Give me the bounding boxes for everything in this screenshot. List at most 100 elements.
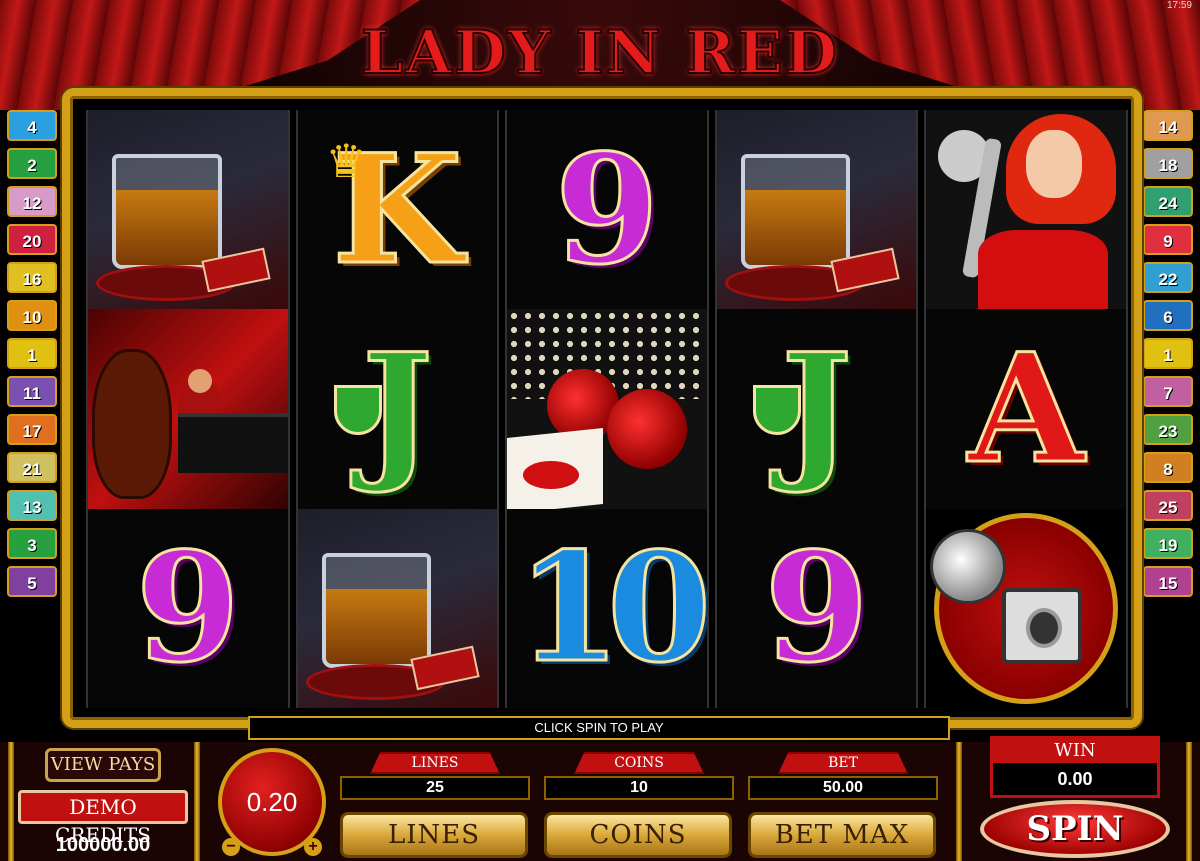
roses-symbol — [507, 309, 707, 509]
reel-cell: J — [298, 309, 498, 508]
payline-marker-right-8[interactable]: 8 — [1143, 452, 1193, 483]
payline-marker-left-10[interactable]: 10 — [7, 300, 57, 331]
reel-frame: 9 K ♛ J 9 10 J 9 A — [62, 88, 1142, 728]
payline-marker-left-11[interactable]: 11 — [7, 376, 57, 407]
band-bass — [91, 349, 172, 499]
coins-header: COINS — [574, 752, 704, 774]
lines-button[interactable]: LINES — [340, 812, 528, 858]
symbol-A: A — [966, 320, 1085, 497]
lines-header: LINES — [370, 752, 500, 774]
payline-marker-left-2[interactable]: 2 — [7, 148, 57, 179]
bet-max-button[interactable]: BET MAX — [748, 812, 936, 858]
whisky-symbol — [88, 110, 288, 310]
payline-marker-left-12[interactable]: 12 — [7, 186, 57, 217]
bet-value: 50.00 — [748, 776, 938, 800]
coin-increase-button[interactable]: + — [304, 838, 322, 856]
payline-markers-left: 4 2 12 20 16 10 1 11 17 21 13 3 5 — [7, 110, 57, 597]
reel-5: A — [924, 110, 1128, 708]
shield-icon — [333, 385, 382, 436]
payline-marker-right-15[interactable]: 15 — [1143, 566, 1193, 597]
lines-group: LINES 25 — [340, 752, 530, 800]
whisky-glass — [321, 552, 432, 669]
game-background: LADY IN RED 17:59 4 2 12 20 16 10 1 11 17 21 13 3 5 … — [0, 0, 1200, 861]
camera-flash — [930, 528, 1007, 605]
whisky-symbol — [716, 110, 917, 310]
symbol-9: 9 — [134, 520, 241, 697]
singer-symbol — [926, 110, 1126, 310]
payline-marker-right-24[interactable]: 24 — [1143, 186, 1193, 217]
reel-cell: 9 — [717, 509, 917, 708]
rail-left-outer — [8, 742, 14, 861]
symbol-10: 10 — [515, 520, 707, 697]
game-title-logo: LADY IN RED — [360, 17, 839, 89]
reel-cell — [507, 309, 707, 509]
whisky-glass — [111, 153, 222, 270]
payline-marker-left-13[interactable]: 13 — [7, 490, 57, 521]
reel-2: K ♛ J — [295, 110, 500, 708]
payline-marker-right-25[interactable]: 25 — [1143, 490, 1193, 521]
lines-value: 25 — [340, 776, 530, 800]
reel-cell: 9 — [507, 110, 707, 309]
symbol-9: 9 — [763, 520, 870, 697]
payline-marker-left-1[interactable]: 1 — [7, 338, 57, 369]
reel-cell: A — [926, 309, 1126, 508]
reel-cell: 9 — [88, 509, 288, 708]
reel-1: 9 — [86, 110, 290, 708]
bet-group: BET 50.00 — [748, 752, 938, 800]
camera-symbol — [926, 508, 1126, 708]
band-head — [187, 369, 212, 394]
credits-value: 100000.00 — [55, 834, 151, 856]
payline-marker-left-16[interactable]: 16 — [7, 262, 57, 293]
view-pays-button[interactable]: VIEW PAYS — [45, 748, 161, 782]
control-panel: VIEW PAYS DEMO CREDITS 100000.00 0.20 − … — [0, 736, 1200, 861]
payline-marker-right-6[interactable]: 6 — [1143, 300, 1193, 331]
reel-cell: K ♛ — [298, 110, 498, 309]
coins-group: COINS 10 — [544, 752, 734, 800]
coins-button[interactable]: COINS — [544, 812, 732, 858]
crown-icon: ♛ — [325, 134, 367, 187]
payline-markers-right: 14 18 24 9 22 6 1 7 23 8 25 19 15 — [1143, 110, 1193, 597]
payline-marker-right-18[interactable]: 18 — [1143, 148, 1193, 179]
payline-marker-left-5[interactable]: 5 — [7, 566, 57, 597]
clock: 17:59 — [1166, 0, 1192, 11]
reels: 9 K ♛ J 9 10 J 9 A — [86, 110, 1128, 708]
coins-value: 10 — [544, 776, 734, 800]
payline-marker-right-22[interactable]: 22 — [1143, 262, 1193, 293]
reel-cell — [88, 309, 288, 509]
roses-rose2 — [606, 389, 687, 469]
status-bar: CLICK SPIN TO PLAY — [248, 716, 950, 740]
reel-3: 9 10 — [505, 110, 709, 708]
payline-marker-right-19[interactable]: 19 — [1143, 528, 1193, 559]
rail-left-inner — [194, 742, 200, 861]
symbol-9: 9 — [553, 121, 660, 298]
payline-marker-left-17[interactable]: 17 — [7, 414, 57, 445]
camera-lens — [1026, 608, 1063, 649]
win-label: WIN — [993, 739, 1157, 763]
singer-face — [1026, 129, 1083, 198]
whisky-symbol — [297, 508, 498, 708]
payline-marker-right-14[interactable]: 14 — [1143, 110, 1193, 141]
reel-cell — [297, 508, 498, 708]
roses-kiss — [523, 460, 580, 489]
spin-button[interactable]: SPIN — [980, 800, 1170, 858]
reel-cell — [716, 110, 917, 310]
demo-credits-label: DEMO CREDITS — [18, 790, 188, 847]
payline-marker-right-7[interactable]: 7 — [1143, 376, 1193, 407]
payline-marker-right-23[interactable]: 23 — [1143, 414, 1193, 445]
bet-header: BET — [778, 752, 908, 774]
reel-cell — [926, 110, 1126, 310]
payline-marker-left-3[interactable]: 3 — [7, 528, 57, 559]
reel-cell — [926, 508, 1126, 708]
reel-4: J9 — [714, 110, 919, 708]
band-symbol — [88, 309, 288, 509]
win-display: WIN 0.00 — [990, 736, 1160, 798]
shield-icon — [752, 385, 801, 436]
payline-marker-right-9[interactable]: 9 — [1143, 224, 1193, 255]
payline-marker-left-4[interactable]: 4 — [7, 110, 57, 141]
band-piano — [177, 412, 288, 473]
reel-cell: J — [717, 309, 917, 508]
payline-marker-left-20[interactable]: 20 — [7, 224, 57, 255]
payline-marker-left-21[interactable]: 21 — [7, 452, 57, 483]
payline-marker-right-1[interactable]: 1 — [1143, 338, 1193, 369]
coin-decrease-button[interactable]: − — [222, 838, 240, 856]
